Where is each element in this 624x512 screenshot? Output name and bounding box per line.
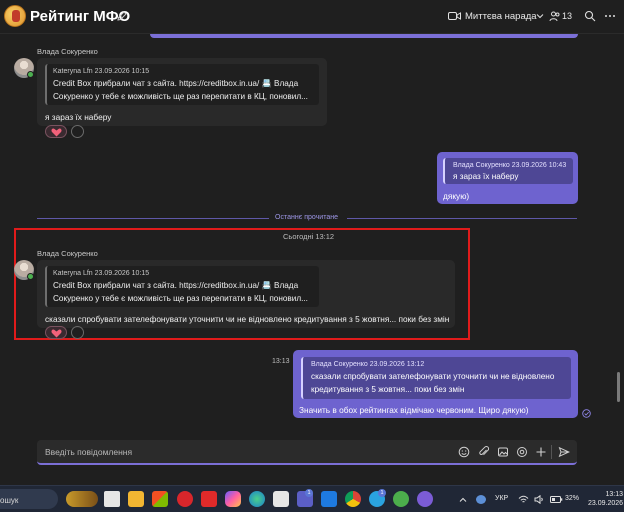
send-icon[interactable] <box>558 446 570 458</box>
opera-icon[interactable] <box>177 491 193 507</box>
quote-text-line: я зараз їх наберу <box>453 172 519 181</box>
image-icon[interactable] <box>497 446 509 458</box>
quoted-reply[interactable]: Kateryna Lfn 23.09.2026 10:15 Credit Box… <box>45 64 319 105</box>
chevron-down-icon[interactable] <box>536 12 544 20</box>
language-indicator[interactable]: УКР <box>495 495 508 502</box>
participants-count[interactable]: 13 <box>562 11 572 21</box>
message-bubble[interactable]: Kateryna Lfn 23.09.2026 10:15 Credit Box… <box>37 260 455 328</box>
read-receipt-icon <box>582 409 591 418</box>
cloud-icon[interactable] <box>476 495 486 504</box>
message-text: Значить в обох рейтингах відмічаю червон… <box>299 405 529 415</box>
previous-message-bubble <box>150 34 578 38</box>
add-reaction-icon[interactable] <box>71 125 84 138</box>
sender-name: Влада Сокуренко <box>37 47 98 56</box>
battery-icon[interactable] <box>550 495 563 504</box>
quote-text-line: кредитування з 5 жовтня... поки без змін <box>311 385 465 394</box>
viber-icon[interactable] <box>417 491 433 507</box>
last-read-label: Останнє прочитане <box>275 214 338 221</box>
heart-reaction[interactable] <box>45 125 67 138</box>
heart-reaction[interactable] <box>45 326 67 339</box>
quoted-reply[interactable]: Влада Сокуренко 23.09.2026 10:43 я зараз… <box>443 158 573 184</box>
volume-icon[interactable] <box>534 495 545 504</box>
store-icon[interactable] <box>152 491 168 507</box>
torrent-icon[interactable] <box>393 491 409 507</box>
taskbar-search-text: ошук <box>0 496 19 505</box>
meet-now-button[interactable]: Миттєва нарада <box>465 11 537 22</box>
heart-icon <box>51 128 62 137</box>
message-bubble[interactable]: Kateryna Lfn 23.09.2026 10:15 Credit Box… <box>37 58 327 126</box>
app-l-icon[interactable] <box>201 491 217 507</box>
chat-header: Рейтинг МФО Миттєва нарада 13 <box>0 0 624 34</box>
clock-date: 23.09.2026 <box>588 500 624 507</box>
message-bubble-own[interactable]: Влада Сокуренко 23.09.2026 10:43 я зараз… <box>437 152 578 204</box>
scrollbar-thumb[interactable] <box>617 372 620 402</box>
quote-author: Kateryna Lfn 23.09.2026 10:15 <box>53 68 150 75</box>
presence-available-icon <box>27 71 34 78</box>
battery-percent: 32% <box>565 495 580 502</box>
video-camera-icon[interactable] <box>448 11 461 21</box>
edge-icon[interactable] <box>249 491 265 507</box>
wifi-icon[interactable] <box>518 495 529 504</box>
last-read-divider-line <box>347 218 577 219</box>
heart-icon <box>51 329 62 338</box>
teams-badge: 1 <box>305 489 313 497</box>
sender-name: Влада Сокуренко <box>37 249 98 258</box>
quoted-reply[interactable]: Влада Сокуренко 23.09.2026 13:12 сказали… <box>301 357 571 399</box>
people-icon[interactable] <box>549 10 561 22</box>
widget-icon[interactable] <box>66 491 98 507</box>
presence-available-icon <box>27 273 34 280</box>
pencil-icon[interactable] <box>116 10 128 22</box>
calendar-icon[interactable] <box>273 491 289 507</box>
loop-icon[interactable] <box>516 446 528 458</box>
task-view-icon[interactable] <box>104 491 120 507</box>
chrome-icon[interactable] <box>345 491 361 507</box>
message-list[interactable]: Влада Сокуренко Kateryna Lfn 23.09.2026 … <box>0 34 624 434</box>
message-text: дякую) <box>443 191 470 201</box>
clock-time: 13:13 <box>605 491 624 498</box>
quote-author: Влада Сокуренко 23.09.2026 10:43 <box>453 162 567 169</box>
group-avatar[interactable] <box>4 5 26 27</box>
chevron-up-icon[interactable] <box>459 496 467 504</box>
search-icon[interactable] <box>584 10 596 22</box>
message-text: сказали спробувати зателефонувати уточни… <box>45 314 450 324</box>
message-bubble-own[interactable]: Влада Сокуренко 23.09.2026 13:12 сказали… <box>293 350 578 418</box>
clock[interactable]: 13:13 23.09.2026 <box>588 490 623 508</box>
telegram-badge: 1 <box>378 489 386 497</box>
composer-separator <box>551 445 552 459</box>
message-composer[interactable] <box>37 440 577 465</box>
quote-author: Влада Сокуренко 23.09.2026 13:12 <box>311 361 425 368</box>
quote-text-line: сказали спробувати зателефонувати уточни… <box>311 372 555 381</box>
dropbox-icon[interactable] <box>321 491 337 507</box>
quote-text-line: Credit Box прибрали чат з сайта. https:/… <box>53 281 299 290</box>
message-input[interactable] <box>45 445 425 459</box>
plus-icon[interactable] <box>535 446 547 458</box>
message-timestamp: 13:13 <box>272 358 290 365</box>
file-explorer-icon[interactable] <box>128 491 144 507</box>
taskbar-search[interactable]: ошук <box>0 489 58 509</box>
more-options-icon[interactable] <box>603 9 617 23</box>
attach-icon[interactable] <box>478 446 490 458</box>
quote-text-line: Credit Box прибрали чат з сайта. https:/… <box>53 79 299 88</box>
windows-taskbar: ошук 1 1 УКР 32% 13:13 23.09.2026 <box>0 485 624 512</box>
quote-text-line: Сокуренко у тебе є можливість ще раз пер… <box>53 92 308 101</box>
message-text: я зараз їх наберу <box>45 112 112 122</box>
quote-text-line: Сокуренко у тебе є можливість ще раз пер… <box>53 294 308 303</box>
add-reaction-icon[interactable] <box>71 326 84 339</box>
quote-author: Kateryna Lfn 23.09.2026 10:15 <box>53 270 150 277</box>
emoji-icon[interactable] <box>458 446 470 458</box>
quoted-reply[interactable]: Kateryna Lfn 23.09.2026 10:15 Credit Box… <box>45 266 319 307</box>
last-read-divider-line <box>37 218 269 219</box>
copilot-icon[interactable] <box>225 491 241 507</box>
